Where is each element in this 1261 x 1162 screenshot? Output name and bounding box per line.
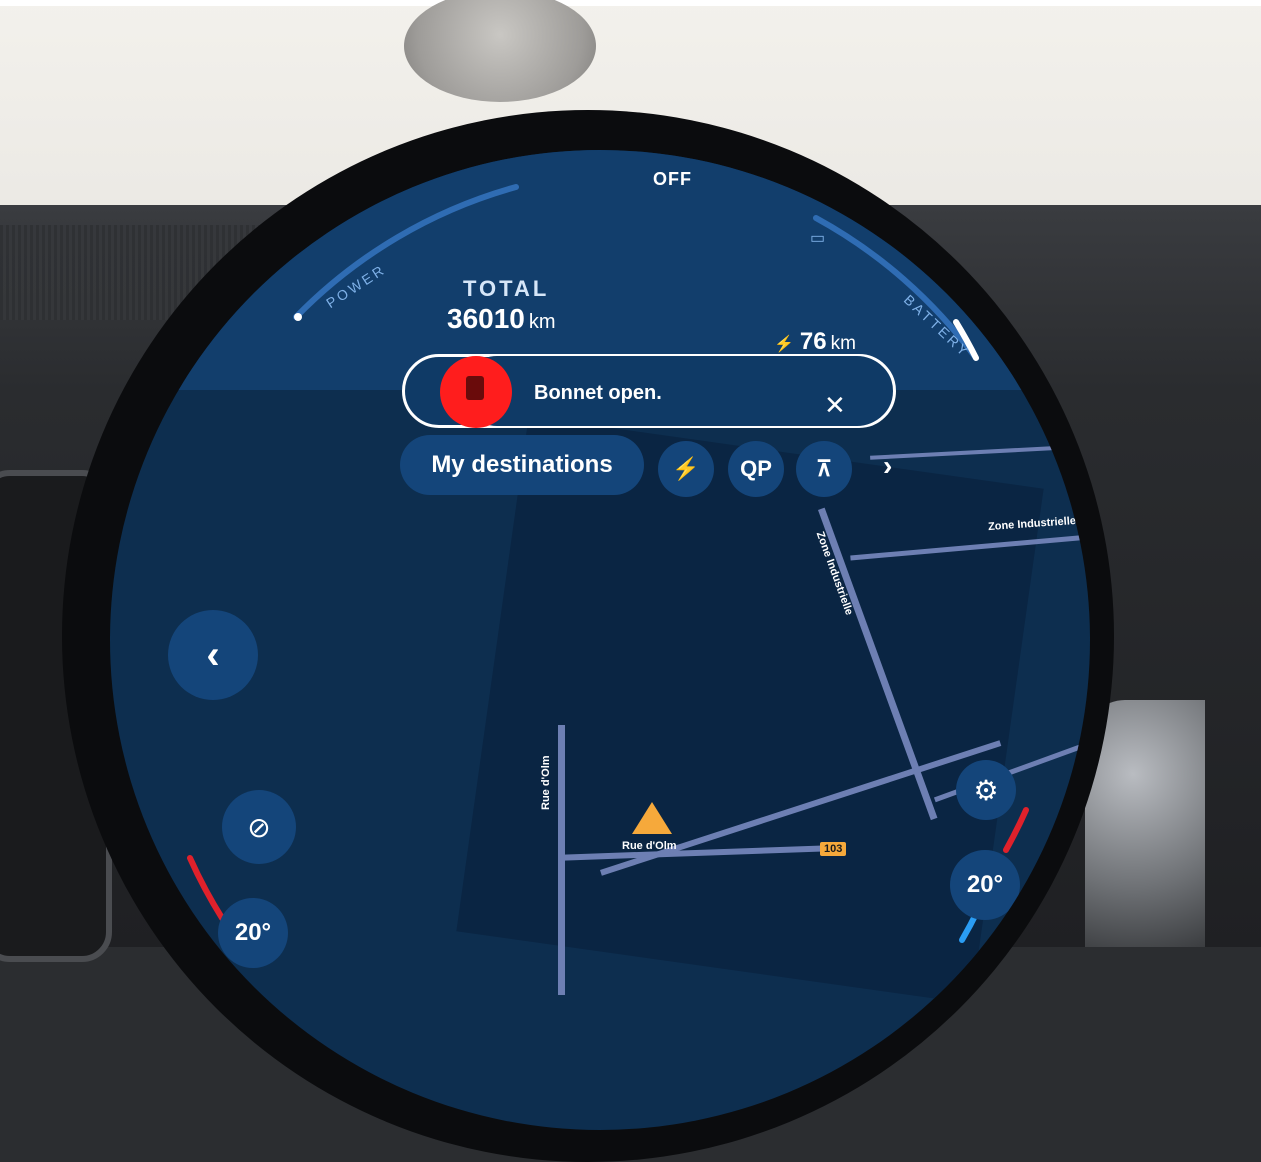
bonnet-glyph: [466, 376, 484, 400]
odometer-unit: km: [528, 311, 556, 333]
parking-search-icon: QP: [740, 456, 772, 481]
charging-station-icon: ⚡: [672, 456, 700, 481]
chevron-left-icon: ‹: [206, 632, 220, 677]
bonnet-warning-icon: [440, 356, 512, 428]
right-temp-arc: [1003, 807, 1029, 853]
right-temperature[interactable]: 20°: [950, 850, 1020, 920]
range-unit: km: [830, 333, 856, 354]
odometer-value: 36010 km: [447, 303, 556, 335]
compass-icon: ⊘: [247, 811, 271, 843]
left-temp-arc: [187, 855, 225, 921]
gear-icon: ⚙: [973, 774, 999, 806]
drive-status: OFF: [653, 169, 692, 189]
top-strip: [0, 0, 1261, 6]
my-destinations-button[interactable]: My destinations: [400, 435, 644, 495]
charging-station-button[interactable]: ⚡: [658, 441, 714, 497]
chevron-right-icon[interactable]: ›: [883, 450, 892, 482]
battery-icon: ▭: [810, 230, 826, 247]
parking-search-button[interactable]: QP: [728, 441, 784, 497]
ev-plug-icon: ⚡: [774, 336, 794, 353]
odometer-number: 36010: [447, 303, 525, 334]
picnic-area-button[interactable]: ⊼: [796, 441, 852, 497]
map-settings-button[interactable]: ⚙: [956, 760, 1016, 820]
range-value: 76: [799, 328, 827, 355]
notification-text: Bonnet open.: [534, 382, 662, 404]
left-temperature[interactable]: 20°: [218, 898, 288, 968]
compass-button[interactable]: ⊘: [222, 790, 296, 864]
picnic-area-icon: ⊼: [815, 456, 833, 481]
range-readout: ⚡ 76 km: [774, 328, 856, 356]
gauge-arcs: [187, 184, 1029, 943]
round-display: Zone Industrielle Zone Industrielle Rue …: [110, 150, 1090, 1130]
back-button[interactable]: ‹: [168, 610, 258, 700]
odometer-label: TOTAL: [463, 276, 550, 301]
close-icon[interactable]: ✕: [824, 390, 846, 421]
power-gauge-dot: [294, 313, 302, 321]
